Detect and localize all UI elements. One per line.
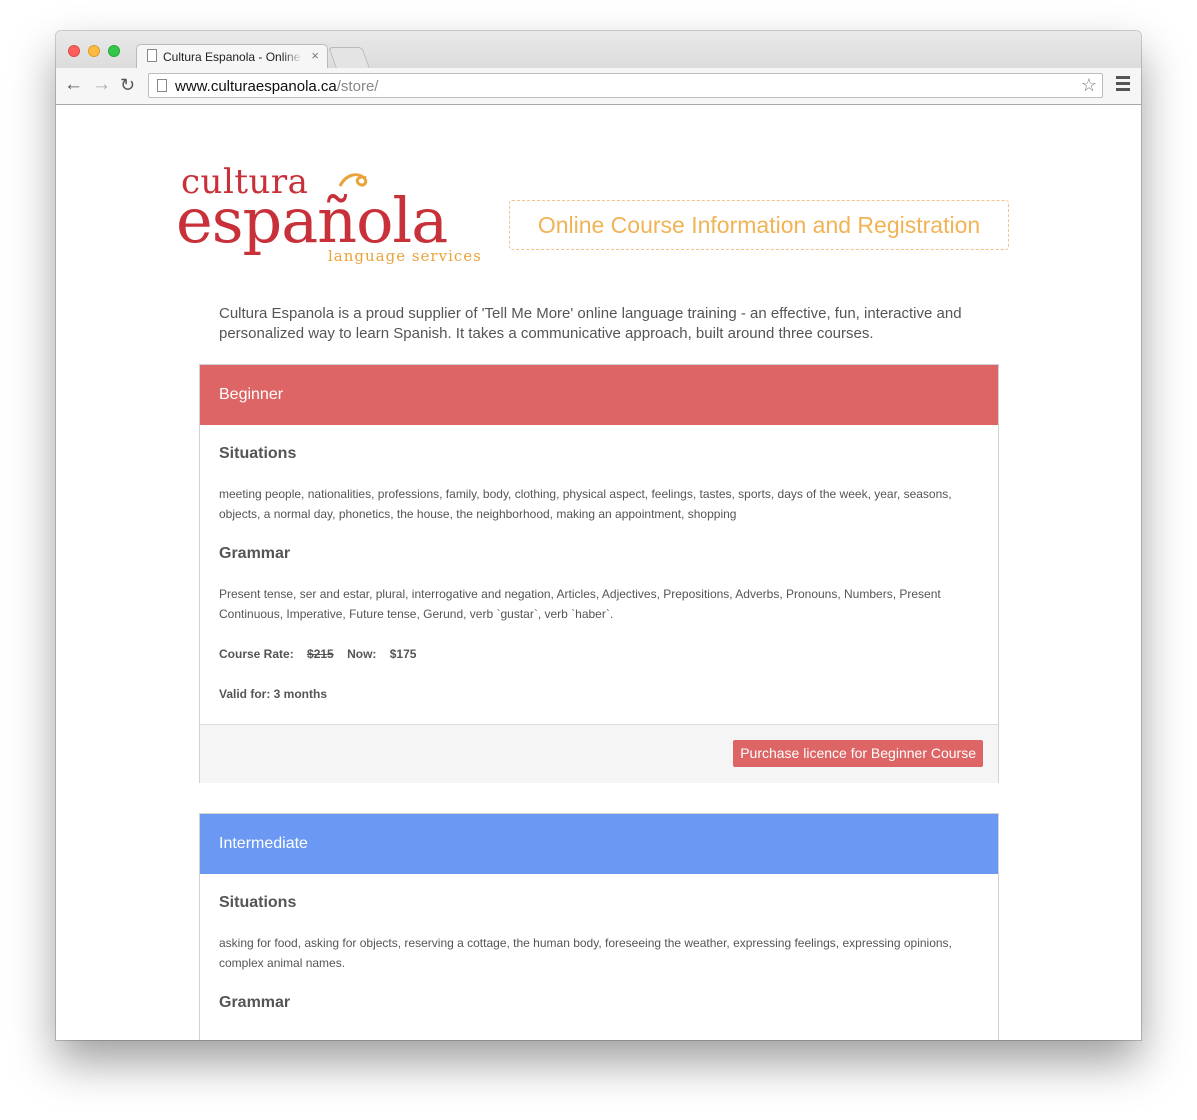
intro-text: Cultura Espanola is a proud supplier of … (219, 305, 962, 342)
new-price: $175 (389, 647, 417, 661)
tab-title: Cultura Espanola - Online Course (163, 50, 303, 64)
grammar-heading: Grammar (219, 994, 291, 1011)
minimize-window-button[interactable] (88, 45, 100, 57)
course-header: Intermediate (200, 814, 998, 874)
logo[interactable]: cultura española language services (176, 162, 486, 272)
forward-arrow-icon[interactable]: → (92, 74, 111, 96)
course-level: Intermediate (219, 835, 308, 852)
browser-window: Cultura Espanola - Online Course × ← → ↻… (56, 31, 1141, 1040)
course-card-intermediate: Intermediate Situations asking for food,… (199, 813, 999, 1040)
zoom-window-button[interactable] (108, 45, 120, 57)
close-tab-icon[interactable]: × (311, 48, 319, 63)
situations-heading: Situations (219, 445, 297, 462)
course-level: Beginner (219, 386, 284, 403)
url-text[interactable]: www.culturaespanola.ca/store/ (175, 78, 378, 95)
old-price: $215 (307, 647, 334, 661)
rate-label: Course Rate: (219, 647, 294, 661)
url-path: /store/ (336, 78, 379, 95)
page-icon (147, 49, 157, 62)
back-arrow-icon[interactable]: ← (64, 74, 83, 96)
header-banner: Online Course Information and Registrati… (509, 200, 1009, 250)
new-tab-button[interactable] (328, 47, 370, 68)
now-label: Now: (347, 647, 377, 661)
title-bar: Cultura Espanola - Online Course × (56, 31, 1141, 69)
page-icon (157, 79, 167, 92)
situations-text: meeting people, nationalities, professio… (219, 487, 952, 521)
valid-period: Valid for: 3 months (219, 687, 328, 701)
page-content: cultura española language services Onlin… (56, 105, 1141, 1040)
browser-tab[interactable]: Cultura Espanola - Online Course × (136, 44, 328, 69)
card-footer: Purchase licence for Beginner Course (200, 724, 998, 783)
course-rate: Course Rate: $215 Now: $175 (219, 647, 416, 661)
bookmark-star-icon[interactable]: ☆ (1081, 75, 1097, 96)
course-card-beginner: Beginner Situations meeting people, nati… (199, 364, 999, 783)
course-header: Beginner (200, 365, 998, 425)
close-window-button[interactable] (68, 45, 80, 57)
situations-heading: Situations (219, 894, 297, 911)
address-bar[interactable]: www.culturaespanola.ca/store/ ☆ (148, 73, 1103, 98)
page-title: Online Course Information and Registrati… (537, 212, 981, 238)
url-host: www.culturaespanola.ca (175, 78, 337, 95)
purchase-beginner-button[interactable]: Purchase licence for Beginner Course (733, 740, 983, 767)
grammar-heading: Grammar (219, 545, 291, 562)
menu-icon[interactable] (1116, 76, 1130, 94)
browser-toolbar: ← → ↻ www.culturaespanola.ca/store/ ☆ (56, 68, 1141, 105)
reload-icon[interactable]: ↻ (120, 74, 135, 96)
logo-line-3: language services (328, 247, 482, 265)
situations-text: asking for food, asking for objects, res… (219, 936, 952, 970)
grammar-text: Present tense, ser and estar, plural, in… (219, 587, 941, 621)
